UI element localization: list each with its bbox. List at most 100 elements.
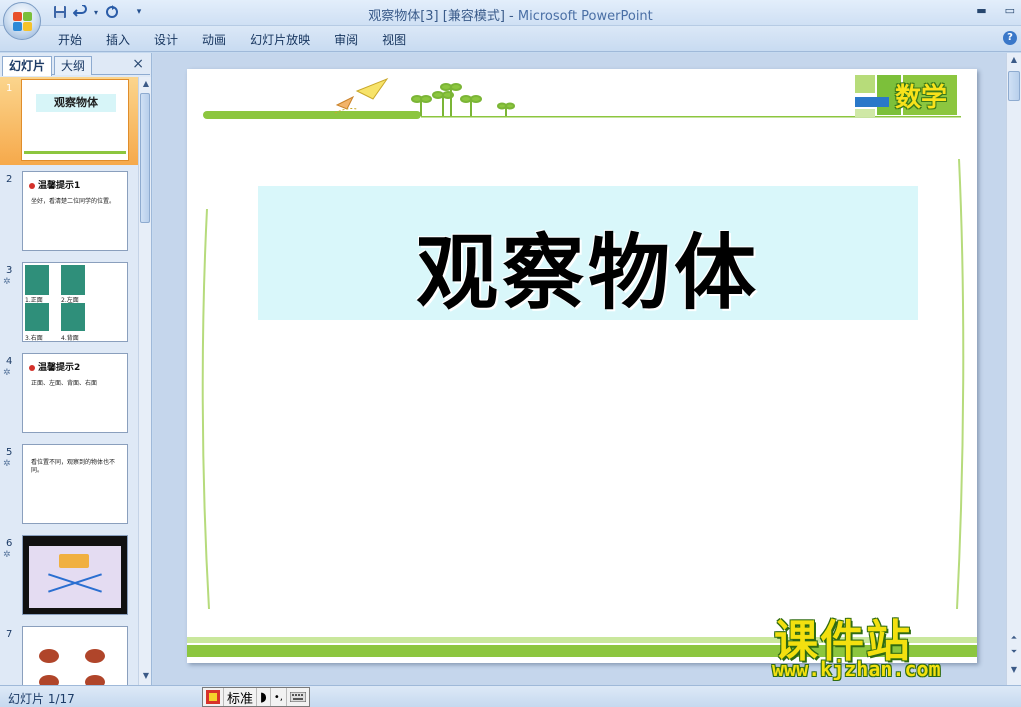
thumbnail-body: 正面、左面、背面、右面 (31, 380, 98, 387)
ime-logo-icon[interactable] (203, 688, 224, 706)
thumbnail-preview (22, 535, 128, 615)
window-controls: ▬ ▭ (976, 4, 1015, 17)
slide-position: 幻灯片 1/17 (8, 692, 75, 706)
window-title: 观察物体[3] [兼容模式] - Microsoft PowerPoint (0, 5, 1021, 24)
thumbnail-preview: 观察物体 (22, 80, 128, 160)
thumbnail-bar (24, 151, 126, 154)
thumbnail-heading-text: 温馨提示1 (38, 181, 81, 191)
document-title: 观察物体[3] [兼容模式] (368, 9, 505, 24)
thumbnail-heading-text: 温馨提示2 (38, 363, 81, 373)
next-slide-icon[interactable]: ⏷ (1007, 647, 1021, 657)
scroll-down-icon[interactable]: ▼ (1007, 665, 1021, 674)
slide-thumbnail-5[interactable]: 5 ✲ 看位置不同，观察到的物体也不同。 (0, 441, 138, 529)
thumbnail-body: 坐好，看清楚二位同学的位置。 (31, 198, 116, 205)
pane-scroll-thumb[interactable] (140, 93, 150, 223)
thumbnail-number: 7 (6, 629, 13, 640)
pane-tabs: 幻灯片 大纲 × (2, 55, 150, 76)
photo-back (61, 303, 85, 331)
slide-thumbnail-1[interactable]: 1 观察物体 (0, 77, 138, 165)
office-button[interactable] (3, 2, 41, 40)
tab-slides[interactable]: 幻灯片 (2, 56, 53, 76)
app-name: Microsoft PowerPoint (517, 9, 653, 24)
soft-keyboard-icon[interactable] (287, 688, 309, 706)
title-placeholder[interactable]: 观察物体 (258, 186, 918, 321)
animation-icon: ✲ (3, 550, 11, 560)
bus-shape (59, 554, 89, 568)
scroll-up-icon[interactable]: ▲ (139, 79, 153, 88)
photo-front (25, 265, 49, 295)
ribbon: 开始 插入 设计 动画 幻灯片放映 审阅 视图 ? (0, 26, 1021, 52)
thumbnail-list: 1 观察物体 2 温馨提示1 坐好，看清楚二位同学的位置。 3 ✲ 1.正面 2… (0, 77, 138, 685)
photo-right (25, 303, 49, 331)
teapot-shape (39, 649, 59, 663)
half-width-icon[interactable]: ◗ (257, 688, 271, 706)
minimize-icon[interactable]: ▬ (976, 4, 986, 17)
tab-design[interactable]: 设计 (142, 32, 190, 48)
thumbnail-preview: 温馨提示1 坐好，看清楚二位同学的位置。 (22, 171, 128, 251)
slide-thumbnail-7[interactable]: 7 (0, 623, 138, 685)
tab-animations[interactable]: 动画 (190, 32, 238, 48)
punctuation-icon[interactable]: •, (271, 688, 287, 706)
tab-insert[interactable]: 插入 (94, 32, 142, 48)
red-dot-icon (29, 182, 35, 189)
status-bar: 幻灯片 1/17 标准 ◗ •, (0, 685, 1021, 707)
ime-mode[interactable]: 标准 (224, 688, 258, 707)
red-dot-icon (29, 364, 35, 371)
slide[interactable]: 数学 观察物体 (187, 69, 977, 663)
teapot-shape (85, 675, 105, 685)
tab-view[interactable]: 视图 (370, 32, 418, 48)
thumbnail-number: 4 (6, 356, 13, 367)
thumbnail-preview: 温馨提示2 正面、左面、背面、右面 (22, 353, 128, 433)
photo-left (61, 265, 85, 295)
teapot-shape (85, 649, 105, 663)
slide-canvas: 数学 观察物体 (153, 53, 1006, 685)
scroll-up-icon[interactable]: ▲ (1007, 55, 1021, 64)
office-logo-icon (13, 12, 32, 31)
subject-badge: 数学 (895, 83, 948, 113)
thumbnail-label: 3.右面 (25, 335, 43, 342)
pane-scrollbar[interactable]: ▲ ▼ (138, 77, 151, 685)
tab-outline[interactable]: 大纲 (54, 56, 93, 75)
slide-thumbnail-2[interactable]: 2 温馨提示1 坐好，看清楚二位同学的位置。 (0, 168, 138, 256)
title-separator: - (504, 9, 518, 24)
canvas-scroll-thumb[interactable] (1008, 71, 1020, 101)
thumbnail-label: 2.左面 (61, 297, 79, 304)
thumbnail-image (29, 546, 121, 608)
tab-review[interactable]: 审阅 (322, 32, 370, 48)
teapot-shape (39, 675, 59, 685)
thumbnail-body: 看位置不同，观察到的物体也不同。 (31, 459, 116, 474)
animation-icon: ✲ (3, 459, 11, 469)
slide-thumbnail-3[interactable]: 3 ✲ 1.正面 2.左面 3.右面 4.背面 (0, 259, 138, 347)
thumbnail-preview (22, 626, 128, 685)
thumbnail-number: 3 (6, 265, 13, 276)
ime-toolbar: 标准 ◗ •, (202, 687, 310, 707)
restore-icon[interactable]: ▭ (1005, 4, 1015, 17)
help-icon[interactable]: ? (1003, 31, 1017, 45)
tab-home[interactable]: 开始 (46, 32, 94, 48)
close-icon[interactable]: × (132, 56, 144, 72)
thumbnail-number: 5 (6, 447, 13, 458)
thumbnail-heading: 温馨提示2 (29, 360, 80, 373)
thumbnail-title: 观察物体 (36, 94, 116, 112)
thumbnail-number: 1 (6, 83, 13, 94)
thumbnail-label: 1.正面 (25, 297, 43, 304)
canvas-scrollbar[interactable]: ▲ ⏶ ⏷ ▼ (1006, 53, 1021, 685)
slide-thumbnail-4[interactable]: 4 ✲ 温馨提示2 正面、左面、背面、右面 (0, 350, 138, 438)
slide-title[interactable]: 观察物体 (258, 206, 918, 325)
thumbnail-number: 2 (6, 174, 13, 185)
thumbnail-heading: 温馨提示1 (29, 178, 80, 191)
previous-slide-icon[interactable]: ⏶ (1007, 633, 1021, 643)
tab-slideshow[interactable]: 幻灯片放映 (238, 32, 322, 48)
title-bar: ▾ ▾ 观察物体[3] [兼容模式] - Microsoft PowerPoin… (0, 0, 1021, 26)
thumbnail-preview: 看位置不同，观察到的物体也不同。 (22, 444, 128, 524)
animation-icon: ✲ (3, 368, 11, 378)
thumbnail-preview: 1.正面 2.左面 3.右面 4.背面 (22, 262, 128, 342)
thumbnail-number: 6 (6, 538, 13, 549)
slide-thumbnail-6[interactable]: 6 ✲ (0, 532, 138, 620)
slides-pane: 幻灯片 大纲 × 1 观察物体 2 温馨提示1 坐好，看清楚二位同学的位置。 3… (0, 53, 152, 685)
slide-decoration (187, 75, 977, 657)
ribbon-tabs: 开始 插入 设计 动画 幻灯片放映 审阅 视图 (46, 32, 418, 48)
watermark-url: www.kjzhan.com (772, 657, 941, 681)
scroll-down-icon[interactable]: ▼ (139, 671, 153, 680)
thumbnail-label: 4.背面 (61, 335, 79, 342)
